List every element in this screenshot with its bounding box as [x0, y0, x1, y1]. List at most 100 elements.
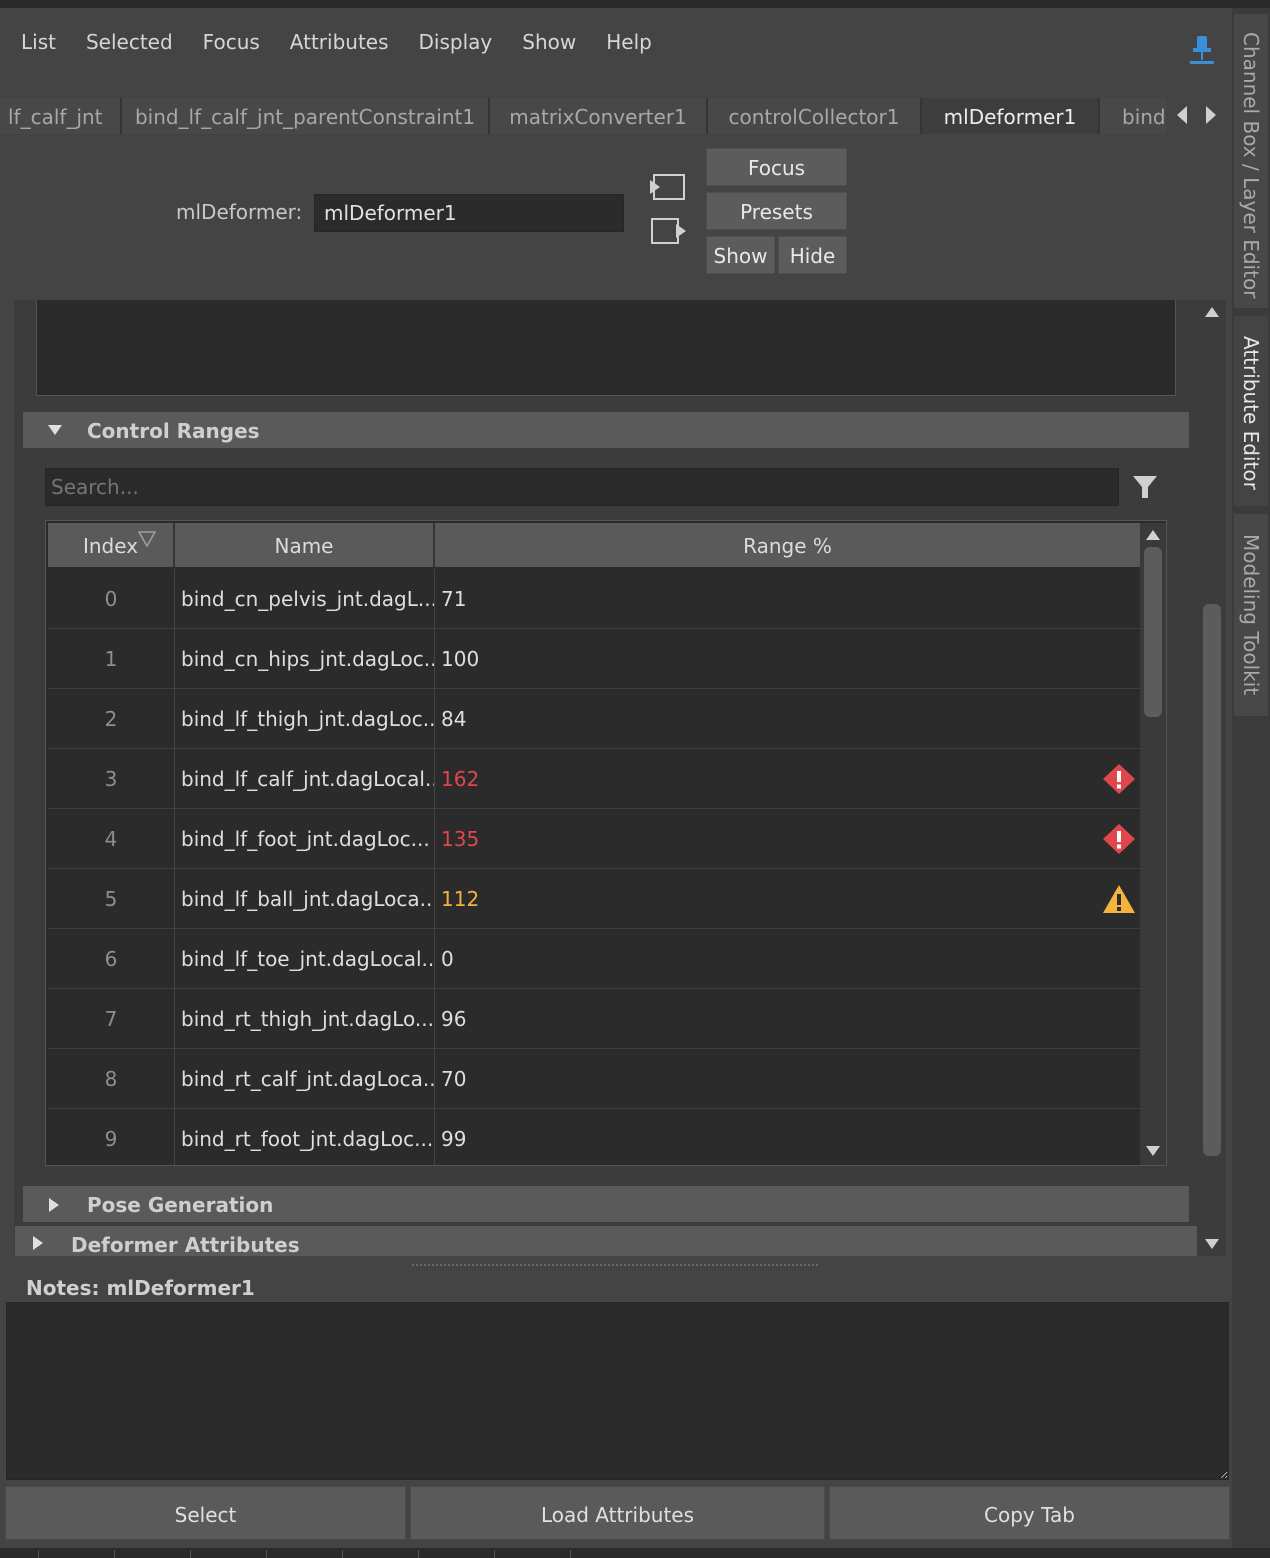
section-deformer-attributes[interactable]: Deformer Attributes — [15, 1226, 1197, 1256]
row-range-value: 112 — [441, 887, 480, 911]
table-scrollbar[interactable] — [1140, 523, 1166, 1165]
filter-icon[interactable] — [1132, 474, 1158, 500]
notes-splitter[interactable] — [412, 1264, 818, 1266]
input-connections-icon[interactable] — [648, 172, 686, 202]
tab-bind[interactable]: bind — [1100, 98, 1166, 134]
row-index: 8 — [48, 1049, 175, 1109]
node-tab-bar: lf_calf_jnt bind_lf_calf_jnt_parentConst… — [0, 98, 1166, 134]
row-range-value: 135 — [441, 827, 480, 851]
error-icon — [1103, 824, 1135, 854]
node-type-label: mlDeformer: — [176, 200, 303, 224]
menu-list[interactable]: List — [21, 30, 56, 54]
presets-button[interactable]: Presets — [706, 192, 847, 230]
column-header-index[interactable]: Index — [48, 523, 175, 567]
scroll-up-icon[interactable] — [1204, 306, 1220, 318]
output-connections-icon[interactable] — [648, 216, 686, 246]
select-button[interactable]: Select — [5, 1486, 406, 1540]
expand-arrow-icon — [49, 1198, 59, 1212]
error-icon — [1103, 764, 1135, 794]
show-button[interactable]: Show — [706, 236, 775, 274]
load-attributes-button[interactable]: Load Attributes — [410, 1486, 825, 1540]
control-ranges-table: Index Name Range % 0 bind_cn_pelvis_jnt.d… — [45, 520, 1167, 1166]
side-tab-modeling-toolkit[interactable]: Modeling Toolkit — [1234, 514, 1268, 716]
table-row[interactable]: 3 bind_lf_calf_jnt.dagLocal... 162 — [48, 749, 1140, 809]
section-control-ranges[interactable]: Control Ranges — [23, 412, 1189, 448]
row-range-value: 71 — [441, 587, 467, 611]
tab-mldeformer1[interactable]: mlDeformer1 — [922, 98, 1100, 134]
table-row[interactable]: 8 bind_rt_calf_jnt.dagLoca... 70 — [48, 1049, 1140, 1109]
row-range: 100 — [435, 629, 1140, 689]
tab-scroll-left-icon[interactable] — [1175, 104, 1189, 126]
side-tab-attribute-editor[interactable]: Attribute Editor — [1234, 316, 1268, 506]
table-row[interactable]: 1 bind_cn_hips_jnt.dagLoc... 100 — [48, 629, 1140, 689]
side-tab-channel-box[interactable]: Channel Box / Layer Editor — [1234, 14, 1268, 308]
row-range: 71 — [435, 569, 1140, 629]
table-row[interactable]: 2 bind_lf_thigh_jnt.dagLoc... 84 — [48, 689, 1140, 749]
status-divider — [570, 1550, 571, 1558]
hide-button[interactable]: Hide — [778, 236, 847, 274]
row-index: 2 — [48, 689, 175, 749]
menu-help[interactable]: Help — [606, 30, 652, 54]
menu-focus[interactable]: Focus — [203, 30, 260, 54]
row-range: 112 — [435, 869, 1140, 929]
main-scrollbar[interactable] — [1198, 300, 1226, 1256]
table-scrollbar-thumb[interactable] — [1144, 547, 1162, 717]
column-header-name[interactable]: Name — [175, 523, 435, 567]
table-row[interactable]: 6 bind_lf_toe_jnt.dagLocal... 0 — [48, 929, 1140, 989]
section-deformer-attributes-label: Deformer Attributes — [71, 1233, 300, 1256]
menu-bar: List Selected Focus Attributes Display S… — [0, 20, 682, 64]
menu-selected[interactable]: Selected — [86, 30, 173, 54]
tab-scroll-right-icon[interactable] — [1204, 104, 1218, 126]
side-tab-attribute-editor-label: Attribute Editor — [1239, 336, 1263, 490]
row-name: bind_lf_toe_jnt.dagLocal... — [175, 929, 435, 989]
row-name: bind_lf_foot_jnt.dagLoc... — [175, 809, 435, 869]
row-range-value: 0 — [441, 947, 454, 971]
table-row[interactable]: 4 bind_lf_foot_jnt.dagLoc... 135 — [48, 809, 1140, 869]
tab-matrixconverter1[interactable]: matrixConverter1 — [490, 98, 708, 134]
tab-controlcollector1[interactable]: controlCollector1 — [708, 98, 922, 134]
node-name-field[interactable] — [314, 194, 624, 232]
table-row[interactable]: 0 bind_cn_pelvis_jnt.dagL... 71 — [48, 569, 1140, 629]
column-header-range[interactable]: Range % — [435, 523, 1140, 567]
status-divider — [114, 1550, 115, 1558]
notes-textarea[interactable] — [6, 1302, 1229, 1480]
row-index: 3 — [48, 749, 175, 809]
preview-box — [36, 300, 1176, 396]
scroll-up-icon[interactable] — [1145, 529, 1161, 541]
row-name: bind_lf_ball_jnt.dagLoca... — [175, 869, 435, 929]
main-scrollbar-thumb[interactable] — [1203, 604, 1221, 1156]
row-index: 9 — [48, 1109, 175, 1165]
section-pose-generation[interactable]: Pose Generation — [23, 1186, 1189, 1222]
menu-attributes[interactable]: Attributes — [290, 30, 389, 54]
scroll-down-icon[interactable] — [1145, 1145, 1161, 1157]
table-row[interactable]: 9 bind_rt_foot_jnt.dagLoc... 99 — [48, 1109, 1140, 1165]
pin-icon[interactable] — [1188, 34, 1216, 66]
table-row[interactable]: 7 bind_rt_thigh_jnt.dagLo... 96 — [48, 989, 1140, 1049]
tab-bind-lf-calf-jnt-parentconstraint1[interactable]: bind_lf_calf_jnt_parentConstraint1 — [122, 98, 490, 134]
scroll-down-icon[interactable] — [1204, 1238, 1220, 1250]
status-divider — [418, 1550, 419, 1558]
row-range-value: 70 — [441, 1067, 467, 1091]
collapse-arrow-icon — [48, 425, 62, 435]
search-input[interactable] — [45, 468, 1119, 506]
sort-indicator-icon — [138, 531, 156, 547]
row-range: 96 — [435, 989, 1140, 1049]
row-index: 1 — [48, 629, 175, 689]
table-row[interactable]: 5 bind_lf_ball_jnt.dagLoca... 112 — [48, 869, 1140, 929]
copy-tab-button[interactable]: Copy Tab — [829, 1486, 1230, 1540]
row-name: bind_cn_pelvis_jnt.dagL... — [175, 569, 435, 629]
tab-lf-calf-jnt[interactable]: lf_calf_jnt — [0, 98, 122, 134]
row-range-value: 162 — [441, 767, 480, 791]
menu-display[interactable]: Display — [419, 30, 493, 54]
row-index: 6 — [48, 929, 175, 989]
row-index: 5 — [48, 869, 175, 929]
warning-icon — [1103, 885, 1135, 913]
row-range: 99 — [435, 1109, 1140, 1165]
status-divider — [190, 1550, 191, 1558]
menu-show[interactable]: Show — [522, 30, 576, 54]
status-divider — [38, 1550, 39, 1558]
status-divider — [342, 1550, 343, 1558]
focus-button[interactable]: Focus — [706, 148, 847, 186]
row-index: 4 — [48, 809, 175, 869]
row-range: 162 — [435, 749, 1140, 809]
